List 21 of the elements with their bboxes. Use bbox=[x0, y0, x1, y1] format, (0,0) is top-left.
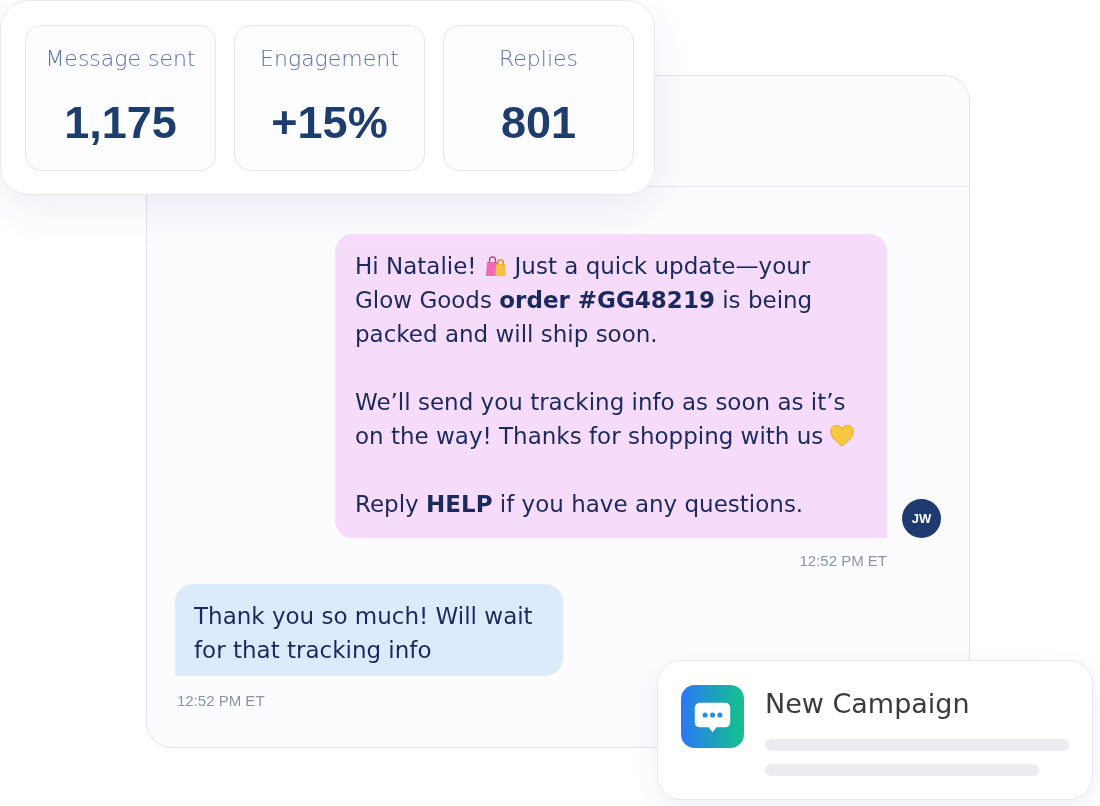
stat-value: 801 bbox=[500, 97, 577, 149]
chat-app-icon bbox=[681, 685, 744, 748]
stat-label: Message sent bbox=[45, 46, 196, 72]
avatar: JW bbox=[902, 499, 941, 538]
notification-title: New Campaign bbox=[765, 687, 971, 721]
heart-icon bbox=[830, 425, 855, 447]
message-text: Hi Natalie! bbox=[355, 252, 477, 281]
message-time: 12:52 PM ET bbox=[799, 552, 887, 570]
message-text: Reply HELP if you have any questions. bbox=[355, 490, 804, 519]
stat-label: Replies bbox=[499, 46, 578, 72]
shopping-bags-icon bbox=[483, 254, 508, 278]
message-text: Thank you so much! Will wait for that tracking info bbox=[194, 602, 534, 665]
stat-value: +15% bbox=[271, 97, 388, 149]
message-text: packed and will ship soon. bbox=[355, 320, 658, 349]
message-text: We’ll send you tracking info as soon as it’s bbox=[355, 388, 846, 417]
message-text: Glow Goods order #GG48219 is being bbox=[355, 286, 813, 315]
message-text: on the way! Thanks for shopping with us bbox=[355, 422, 824, 451]
stat-label: Engagement bbox=[260, 46, 399, 72]
message-time: 12:52 PM ET bbox=[177, 692, 265, 710]
stat-value: 1,175 bbox=[64, 97, 177, 149]
message-text: Just a quick update—your bbox=[514, 252, 811, 281]
